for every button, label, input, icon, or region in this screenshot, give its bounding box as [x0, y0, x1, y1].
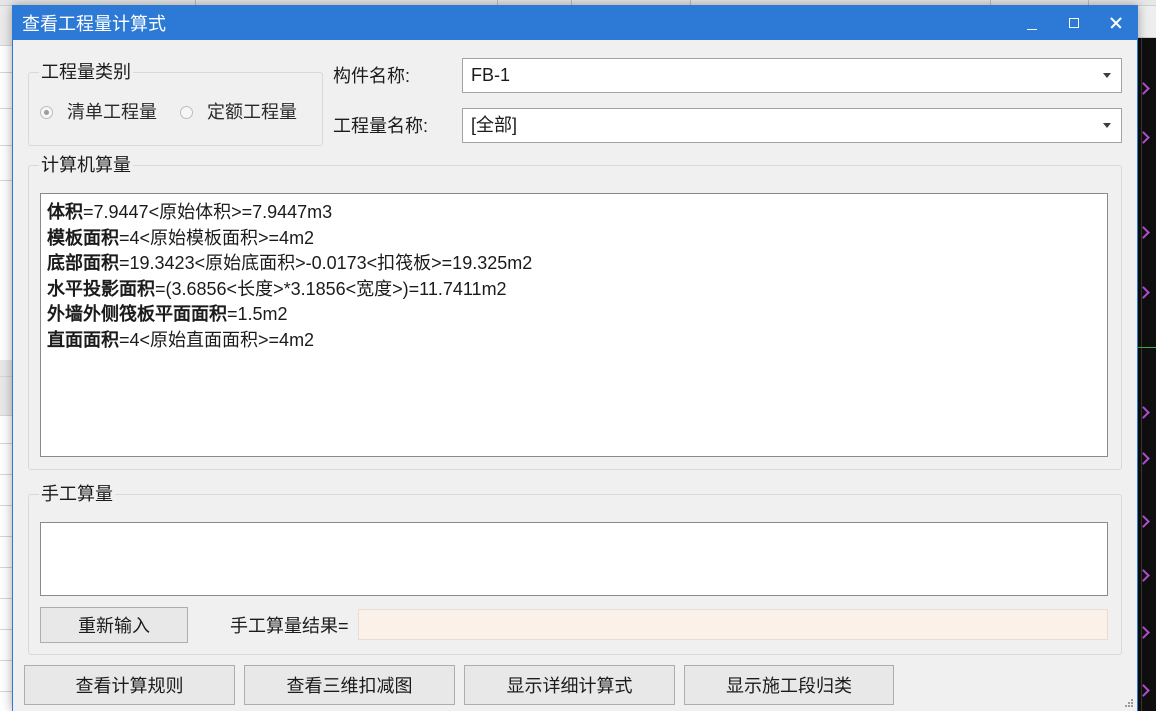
component-name-label: 构件名称: — [333, 66, 411, 86]
manual-result-label: 手工算量结果= — [230, 616, 349, 636]
formula-name: 直面面积 — [47, 329, 119, 350]
title-bar[interactable]: 查看工程量计算式 — [13, 6, 1137, 40]
formula-expression: =4<原始模板面积>=4m2 — [119, 227, 315, 248]
canvas-purple-mark — [1138, 286, 1150, 299]
view-quantity-formula-dialog: 查看工程量计算式 工程量类别 清单工程量 定额工程量 构件名称: FB-1 工程… — [12, 5, 1138, 711]
maximize-button[interactable] — [1053, 6, 1095, 40]
formula-expression: =(3.6856<长度>*3.1856<宽度>)=11.7411m2 — [155, 278, 507, 299]
reenter-button[interactable]: 重新输入 — [40, 607, 188, 643]
dialog-title: 查看工程量计算式 — [22, 14, 166, 34]
grip-dot — [1131, 699, 1133, 701]
canvas-green-line — [1138, 347, 1156, 348]
view-3d-deduction-button[interactable]: 查看三维扣减图 — [244, 665, 455, 705]
formula-list: 体积=7.9447<原始体积>=7.9447m3 模板面积=4<原始模板面积>=… — [41, 194, 1107, 354]
grip-dot — [1125, 705, 1127, 707]
radio-label: 定额工程量 — [207, 102, 297, 122]
grip-dot — [1131, 702, 1133, 704]
radio-button[interactable] — [180, 105, 193, 119]
formula-line: 直面面积=4<原始直面面积>=4m2 — [47, 328, 1107, 354]
quantity-type-group: 工程量类别 清单工程量 定额工程量 — [28, 61, 323, 146]
minimize-icon — [1027, 29, 1037, 30]
formula-name: 水平投影面积 — [47, 278, 155, 299]
close-icon — [1109, 16, 1123, 30]
computed-formula-box[interactable]: 体积=7.9447<原始体积>=7.9447m3 模板面积=4<原始模板面积>=… — [40, 193, 1108, 457]
close-button[interactable] — [1095, 6, 1137, 40]
resize-grip-icon[interactable] — [1124, 698, 1134, 708]
canvas-purple-mark — [1138, 82, 1150, 95]
formula-line: 底部面积=19.3423<原始底面积>-0.0173<扣筏板>=19.325m2 — [47, 251, 1107, 277]
background-drawing-canvas — [1138, 38, 1156, 711]
manual-quantity-legend: 手工算量 — [39, 483, 115, 505]
quantity-name-value: [全部] — [471, 115, 518, 135]
minimize-button[interactable] — [1011, 6, 1053, 40]
formula-expression: =1.5m2 — [227, 304, 288, 325]
show-construction-section-button[interactable]: 显示施工段归类 — [684, 665, 894, 705]
formula-name: 外墙外侧筏板平面面积 — [47, 304, 227, 325]
grip-dot — [1131, 705, 1133, 707]
formula-name: 底部面积 — [47, 253, 119, 274]
canvas-purple-mark — [1138, 406, 1150, 419]
grip-dot — [1128, 702, 1130, 704]
radio-button[interactable] — [40, 105, 53, 119]
canvas-purple-mark — [1138, 626, 1150, 639]
component-name-value: FB-1 — [471, 65, 511, 85]
formula-line: 模板面积=4<原始模板面积>=4m2 — [47, 226, 1107, 252]
maximize-icon — [1069, 18, 1079, 28]
quantity-name-label: 工程量名称: — [333, 116, 429, 136]
formula-expression: =19.3423<原始底面积>-0.0173<扣筏板>=19.325m2 — [119, 253, 533, 274]
formula-line: 水平投影面积=(3.6856<长度>*3.1856<宽度>)=11.7411m2 — [47, 277, 1107, 303]
chevron-down-icon[interactable] — [1103, 123, 1111, 128]
background-top-right-block — [1138, 6, 1156, 38]
canvas-purple-mark — [1138, 226, 1150, 239]
formula-expression: =7.9447<原始体积>=7.9447m3 — [83, 202, 333, 222]
canvas-purple-mark — [1138, 515, 1150, 528]
radio-label: 清单工程量 — [67, 102, 157, 122]
computed-quantity-legend: 计算机算量 — [39, 154, 133, 176]
canvas-purple-mark — [1138, 452, 1150, 465]
formula-line: 体积=7.9447<原始体积>=7.9447m3 — [47, 200, 1107, 226]
manual-quantity-group: 手工算量 重新输入 手工算量结果= — [28, 483, 1122, 655]
radio-norm-quantity[interactable]: 定额工程量 — [180, 101, 297, 123]
component-name-combobox[interactable]: FB-1 — [462, 58, 1122, 93]
manual-formula-input[interactable] — [40, 522, 1108, 596]
formula-name: 模板面积 — [47, 227, 119, 248]
canvas-purple-mark — [1138, 569, 1150, 582]
formula-name: 体积 — [47, 202, 83, 222]
canvas-purple-mark — [1138, 131, 1150, 144]
manual-result-field — [358, 609, 1108, 640]
computed-quantity-group: 计算机算量 体积=7.9447<原始体积>=7.9447m3 模板面积=4<原始… — [28, 154, 1122, 470]
show-detailed-formula-button[interactable]: 显示详细计算式 — [464, 665, 675, 705]
chevron-down-icon[interactable] — [1103, 73, 1111, 78]
formula-line: 外墙外侧筏板平面面积=1.5m2 — [47, 302, 1107, 328]
quantity-name-combobox[interactable]: [全部] — [462, 108, 1122, 143]
formula-expression: =4<原始直面面积>=4m2 — [119, 329, 315, 350]
view-calculation-rules-button[interactable]: 查看计算规则 — [24, 665, 235, 705]
radio-bill-quantity[interactable]: 清单工程量 — [40, 101, 157, 123]
grip-dot — [1128, 705, 1130, 707]
canvas-purple-mark — [1138, 684, 1150, 697]
quantity-type-legend: 工程量类别 — [39, 61, 133, 83]
